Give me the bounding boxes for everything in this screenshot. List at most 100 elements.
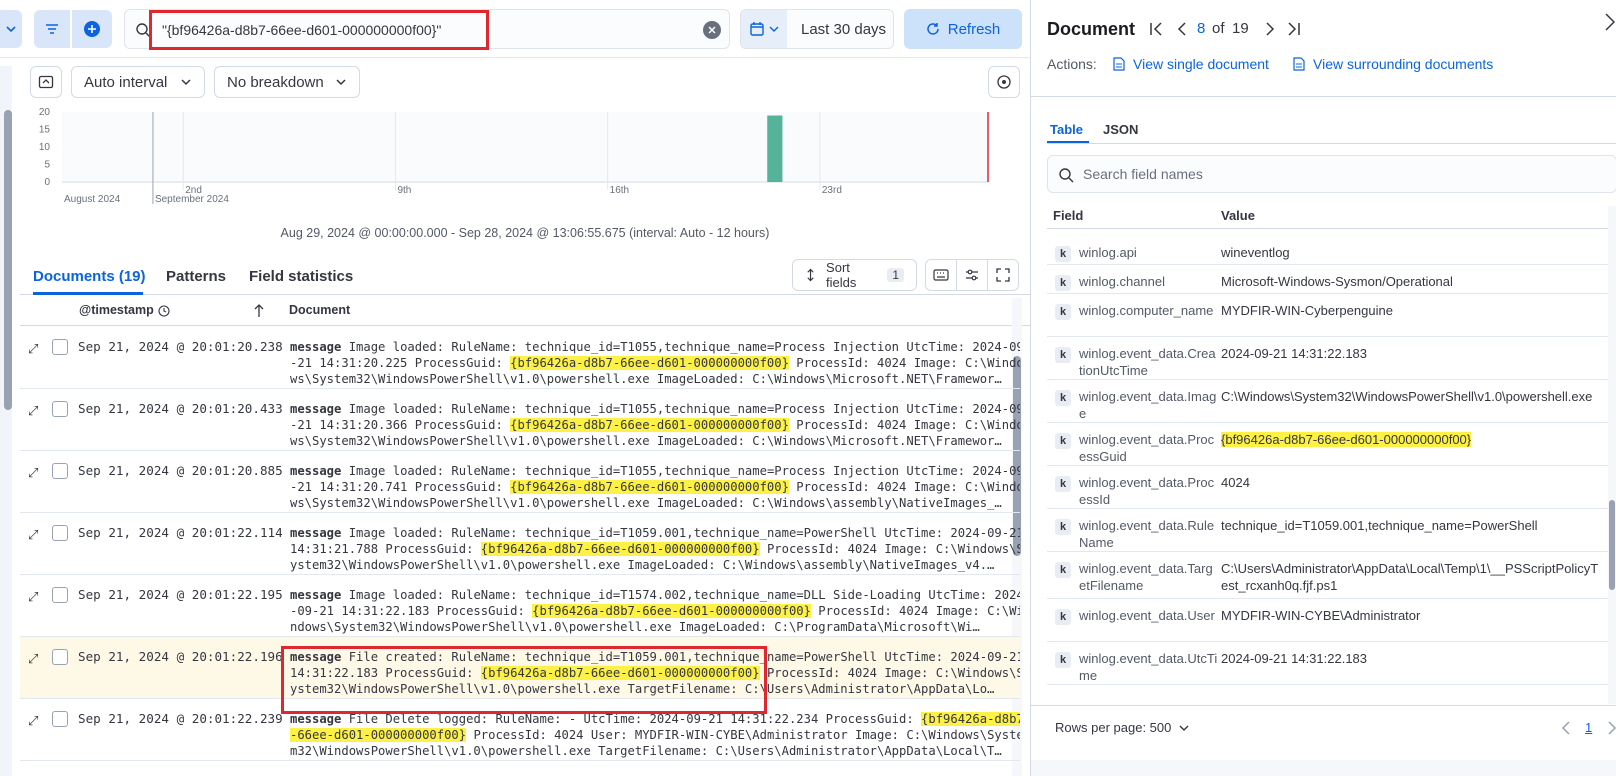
tab-documents[interactable]: Documents (19) <box>33 268 146 285</box>
table-row[interactable]: ⤢ Sep 21, 2024 @ 20:01:20.433 message Imag… <box>20 389 1020 451</box>
field-value: {bf96426a-d8b7-66ee-d601-000000000f00} <box>1221 431 1601 448</box>
table-row[interactable]: ⤢ Sep 21, 2024 @ 20:01:22.195 message Imag… <box>20 575 1020 637</box>
interval-select[interactable]: Auto interval <box>71 66 205 98</box>
field-search-placeholder: Search field names <box>1083 166 1203 182</box>
toggle-histogram-button[interactable] <box>30 66 62 98</box>
density-button[interactable] <box>925 259 957 291</box>
row-select-checkbox[interactable] <box>52 463 68 479</box>
expand-row-icon[interactable]: ⤢ <box>28 403 38 419</box>
row-select-checkbox[interactable] <box>52 587 68 603</box>
expand-row-icon[interactable]: ⤢ <box>28 527 38 543</box>
value-column-header: Value <box>1221 208 1255 223</box>
date-range-label[interactable]: Last 30 days <box>801 21 886 38</box>
left-scrollbar-thumb[interactable] <box>4 110 12 410</box>
y-tick-label: 5 <box>44 160 50 171</box>
date-picker[interactable]: Last 30 days <box>740 9 894 49</box>
tab-table[interactable]: Table <box>1050 122 1083 137</box>
row-select-checkbox[interactable] <box>52 649 68 665</box>
field-row[interactable]: k winlog.event_data.User MYDFIR-WIN-CYBE\A… <box>1047 599 1616 642</box>
message-field-key: message <box>290 340 342 354</box>
row-select-checkbox[interactable] <box>52 401 68 417</box>
tab-json[interactable]: JSON <box>1103 122 1138 137</box>
field-row[interactable]: k winlog.computer_name MYDFIR-WIN-Cyberpen… <box>1047 294 1616 337</box>
row-select-checkbox[interactable] <box>52 711 68 727</box>
tab-field-statistics[interactable]: Field statistics <box>249 268 353 285</box>
fullscreen-button[interactable] <box>987 259 1019 291</box>
field-value-text: C:\Windows\System32\WindowsPowerShell\v1… <box>1221 389 1593 404</box>
refresh-button[interactable]: Refresh <box>904 9 1022 49</box>
current-document-index[interactable]: 8 <box>1197 20 1205 37</box>
previous-page-icon[interactable] <box>1175 22 1189 36</box>
field-row[interactable]: k winlog.event_data.ProcessId 4024 <box>1047 466 1616 509</box>
expand-row-icon[interactable]: ⤢ <box>28 651 38 667</box>
next-page-icon[interactable] <box>1607 721 1616 735</box>
keyword-type-icon: k <box>1055 433 1071 449</box>
document-column-header[interactable]: Document <box>289 303 350 317</box>
chart-time-range-caption: Aug 29, 2024 @ 00:00:00.000 - Sep 28, 20… <box>280 226 770 240</box>
date-quick-menu-button[interactable] <box>741 10 787 48</box>
close-flyout-icon[interactable] <box>1605 12 1615 32</box>
row-select-checkbox[interactable] <box>52 339 68 355</box>
field-value: 4024 <box>1221 474 1601 491</box>
chevron-down-icon <box>6 26 16 33</box>
total-documents[interactable]: 19 <box>1232 20 1249 37</box>
field-value-text: C:\Users\Administrator\AppData\Local\Tem… <box>1221 561 1599 593</box>
tab-documents-underline <box>33 292 143 295</box>
field-row[interactable]: k winlog.api wineventlog <box>1047 236 1616 265</box>
field-value: MYDFIR-WIN-Cyberpenguine <box>1221 302 1601 319</box>
field-scrollbar-thumb[interactable] <box>1609 500 1615 590</box>
expand-row-icon[interactable]: ⤢ <box>28 465 38 481</box>
field-row[interactable]: k winlog.event_data.UtcTime 2024-09-21 14:… <box>1047 642 1616 685</box>
field-row[interactable]: k winlog.event_data.CreationUtcTime 2024-0… <box>1047 337 1616 380</box>
last-page-icon[interactable] <box>1287 22 1301 36</box>
highlighted-process-guid: {bf96426a-d8b7-66ee-d601-000000000f00} <box>510 356 789 370</box>
expand-row-icon[interactable]: ⤢ <box>28 341 38 357</box>
tab-patterns[interactable]: Patterns <box>166 268 226 285</box>
x-tick-label: 2nd <box>185 185 202 196</box>
field-row[interactable]: k winlog.event_data.Image C:\Windows\Syste… <box>1047 380 1616 423</box>
next-page-icon[interactable] <box>1263 22 1277 36</box>
field-name: winlog.computer_name <box>1079 303 1214 318</box>
table-row[interactable]: ⤢ Sep 21, 2024 @ 20:01:22.114 message Imag… <box>20 513 1020 575</box>
clear-query-button[interactable] <box>703 21 721 39</box>
table-row[interactable]: ⤢ Sep 21, 2024 @ 20:01:20.885 message Imag… <box>20 451 1020 513</box>
breakdown-label: No breakdown <box>227 73 324 91</box>
view-single-document-link[interactable]: View single document <box>1133 56 1269 72</box>
y-tick-label: 15 <box>39 125 51 136</box>
sort-fields-button[interactable]: Sort fields 1 <box>792 259 917 291</box>
x-tick-label: 16th <box>610 185 629 196</box>
expand-row-icon[interactable]: ⤢ <box>28 713 38 729</box>
message-field-key: message <box>290 526 342 540</box>
sort-ascending-icon[interactable] <box>253 304 265 318</box>
chevron-down-icon <box>336 79 346 86</box>
field-row[interactable]: k winlog.event_data.ProcessGuid {bf96426a-… <box>1047 423 1616 466</box>
refresh-label: Refresh <box>947 20 1001 38</box>
chart-options-button[interactable] <box>988 66 1020 98</box>
rows-per-page-select[interactable]: Rows per page: 500 <box>1055 720 1189 735</box>
field-value: wineventlog <box>1221 244 1601 261</box>
display-settings-button[interactable] <box>956 259 988 291</box>
clock-icon <box>158 305 170 317</box>
add-filter-button[interactable] <box>72 10 112 48</box>
field-row[interactable]: k winlog.event_data.RuleName technique_id=… <box>1047 509 1616 552</box>
field-row[interactable]: k winlog.channel Microsoft-Windows-Sysmon/… <box>1047 265 1616 294</box>
document-icon <box>1113 57 1125 71</box>
field-value: technique_id=T1059.001,technique_name=Po… <box>1221 517 1601 534</box>
timestamp-column-header[interactable]: @timestamp <box>79 303 154 317</box>
filter-menu-button[interactable] <box>34 10 70 48</box>
collapse-chevron-button[interactable] <box>0 10 22 48</box>
previous-page-icon[interactable] <box>1561 721 1571 735</box>
breakdown-select[interactable]: No breakdown <box>214 66 360 98</box>
current-page-number[interactable]: 1 <box>1585 720 1592 735</box>
field-search-input[interactable]: Search field names <box>1047 155 1616 193</box>
table-row[interactable]: ⤢ Sep 21, 2024 @ 20:01:20.238 message Imag… <box>20 327 1020 389</box>
expand-row-icon[interactable]: ⤢ <box>28 589 38 605</box>
first-page-icon[interactable] <box>1149 22 1163 36</box>
chart-settings-icon <box>997 75 1011 89</box>
view-surrounding-documents-link[interactable]: View surrounding documents <box>1313 56 1493 72</box>
row-document: message Image loaded: RuleName: techniqu… <box>290 339 1020 387</box>
field-row[interactable]: k winlog.event_data.TargetFilename C:\User… <box>1047 552 1616 599</box>
chevron-down-icon <box>1179 725 1189 731</box>
row-annotation-box <box>281 646 767 714</box>
row-select-checkbox[interactable] <box>52 525 68 541</box>
